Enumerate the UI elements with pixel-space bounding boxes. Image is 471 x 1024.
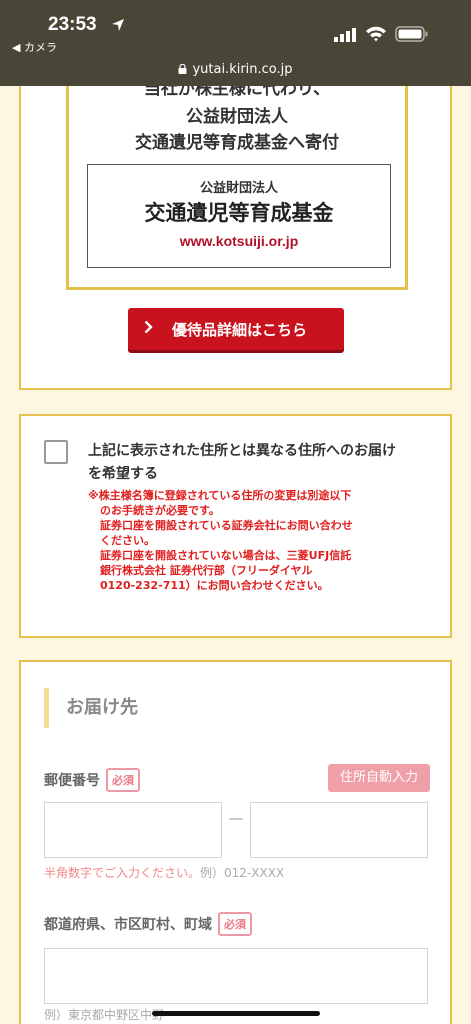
address-option-card: 上記に表示された住所とは異なる住所へのお届けを希望する ※株主様名簿に登録されて…: [19, 414, 452, 638]
benefit-detail-button[interactable]: 優待品詳細はこちら: [128, 308, 344, 350]
note-line: 0120-232-711）にお問い合わせください。: [100, 579, 329, 592]
required-badge: 必須: [106, 768, 140, 792]
back-to-camera-link[interactable]: ◀ カメラ: [12, 39, 57, 55]
prefecture-hint: 例）東京都中野区中野: [44, 1008, 165, 1022]
url-text: yutai.kirin.co.jp: [192, 62, 293, 77]
postal-separator: [229, 818, 243, 820]
postal-code-label: 郵便番号 必須: [44, 768, 140, 792]
postal-code-first-input[interactable]: [44, 802, 222, 858]
prefecture-label: 都道府県、市区町村、町域 必須: [44, 912, 252, 936]
signal-icon: [334, 28, 356, 42]
delivery-form-card: お届け先 郵便番号 必須 住所自動入力 半角数字でご入力ください。例）012-XX…: [19, 660, 452, 1024]
different-address-label[interactable]: 上記に表示された住所とは異なる住所へのお届けを希望する: [88, 440, 408, 486]
lock-icon: [178, 64, 187, 74]
postal-code-second-input[interactable]: [250, 802, 428, 858]
donation-text-line3: 交通遺児等育成基金へ寄付: [135, 133, 339, 153]
postal-hint-example: 例）012-XXXX: [200, 866, 285, 880]
fund-url: www.kotsuiji.or.jp: [179, 233, 299, 249]
battery-icon: [395, 26, 428, 42]
prefecture-city-input[interactable]: [44, 948, 428, 1004]
benefit-detail-label: 優待品詳細はこちら: [172, 321, 308, 339]
fund-logo-box: 公益財団法人 交通遺児等育成基金 www.kotsuiji.or.jp: [87, 164, 391, 268]
required-badge: 必須: [218, 912, 252, 936]
address-autofill-button[interactable]: 住所自動入力: [328, 764, 430, 792]
location-arrow-icon: [112, 19, 124, 31]
note-line: ※株主様名簿に登録されている住所の変更は別途以下: [88, 489, 352, 502]
address-change-note: ※株主様名簿に登録されている住所の変更は別途以下 のお手続きが必要です。 証券口…: [88, 488, 408, 593]
fund-subtitle: 公益財団法人: [199, 181, 278, 196]
note-line: 証券口座を開設されていない場合は、三菱UFJ信託: [100, 549, 352, 562]
fund-name: 交通遺児等育成基金: [144, 200, 334, 225]
postal-code-label-text: 郵便番号: [44, 773, 100, 789]
note-line: 銀行株式会社 証券代行部（フリーダイヤル: [100, 564, 313, 577]
address-bar[interactable]: yutai.kirin.co.jp: [0, 62, 471, 77]
postal-hint: 半角数字でご入力ください。例）012-XXXX: [44, 864, 284, 881]
postal-hint-instruction: 半角数字でご入力ください。: [44, 866, 201, 880]
donation-text-line2: 公益財団法人: [186, 107, 288, 127]
note-line: のお手続きが必要です。: [100, 504, 220, 517]
section-title: お届け先: [44, 688, 138, 728]
chevron-right-icon: [144, 320, 153, 334]
note-line: 証券口座を開設されている証券会社にお問い合わせ: [100, 519, 353, 532]
note-line: ください。: [100, 534, 155, 547]
status-bar: 23:53 ◀ カメラ yutai.kirin.co.jp: [0, 0, 471, 86]
donation-info-box: 当社が株主様に代わり、 公益財団法人 交通遺児等育成基金へ寄付 公益財団法人 交…: [66, 80, 408, 290]
prefecture-label-text: 都道府県、市区町村、町域: [44, 917, 212, 933]
status-time: 23:53: [48, 14, 97, 35]
home-indicator: [152, 1011, 320, 1016]
different-address-checkbox[interactable]: [44, 440, 68, 464]
wifi-icon: [366, 26, 386, 42]
donation-card: 当社が株主様に代わり、 公益財団法人 交通遺児等育成基金へ寄付 公益財団法人 交…: [19, 80, 452, 390]
